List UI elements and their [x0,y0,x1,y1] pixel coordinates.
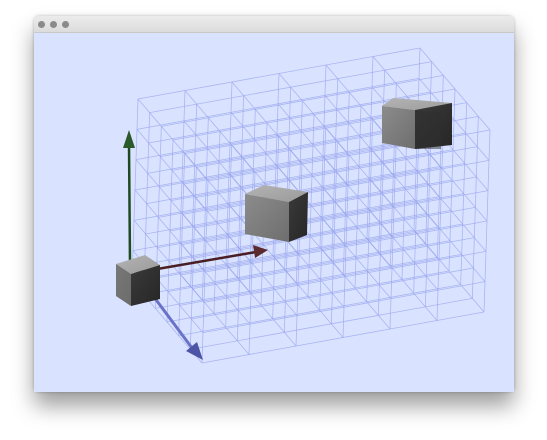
grid-line [195,146,478,199]
3d-viewport[interactable] [34,33,514,392]
grid-line [169,179,453,232]
grid-line [170,149,454,202]
minimize-button-icon[interactable] [50,21,57,28]
wireframe-grid [131,47,491,364]
far-cube[interactable] [382,98,452,149]
maximize-button-icon[interactable] [62,21,69,28]
grid-line [136,77,420,130]
center-cube[interactable] [245,185,308,242]
title-bar[interactable] [34,16,514,33]
grid-line [137,47,421,100]
app-window [34,16,514,392]
origin-cube[interactable] [116,255,160,306]
grid-line [194,176,477,229]
grid-line [135,108,419,161]
scene-canvas[interactable] [34,33,514,392]
close-button-icon[interactable] [38,21,45,28]
grid-line [182,162,465,215]
